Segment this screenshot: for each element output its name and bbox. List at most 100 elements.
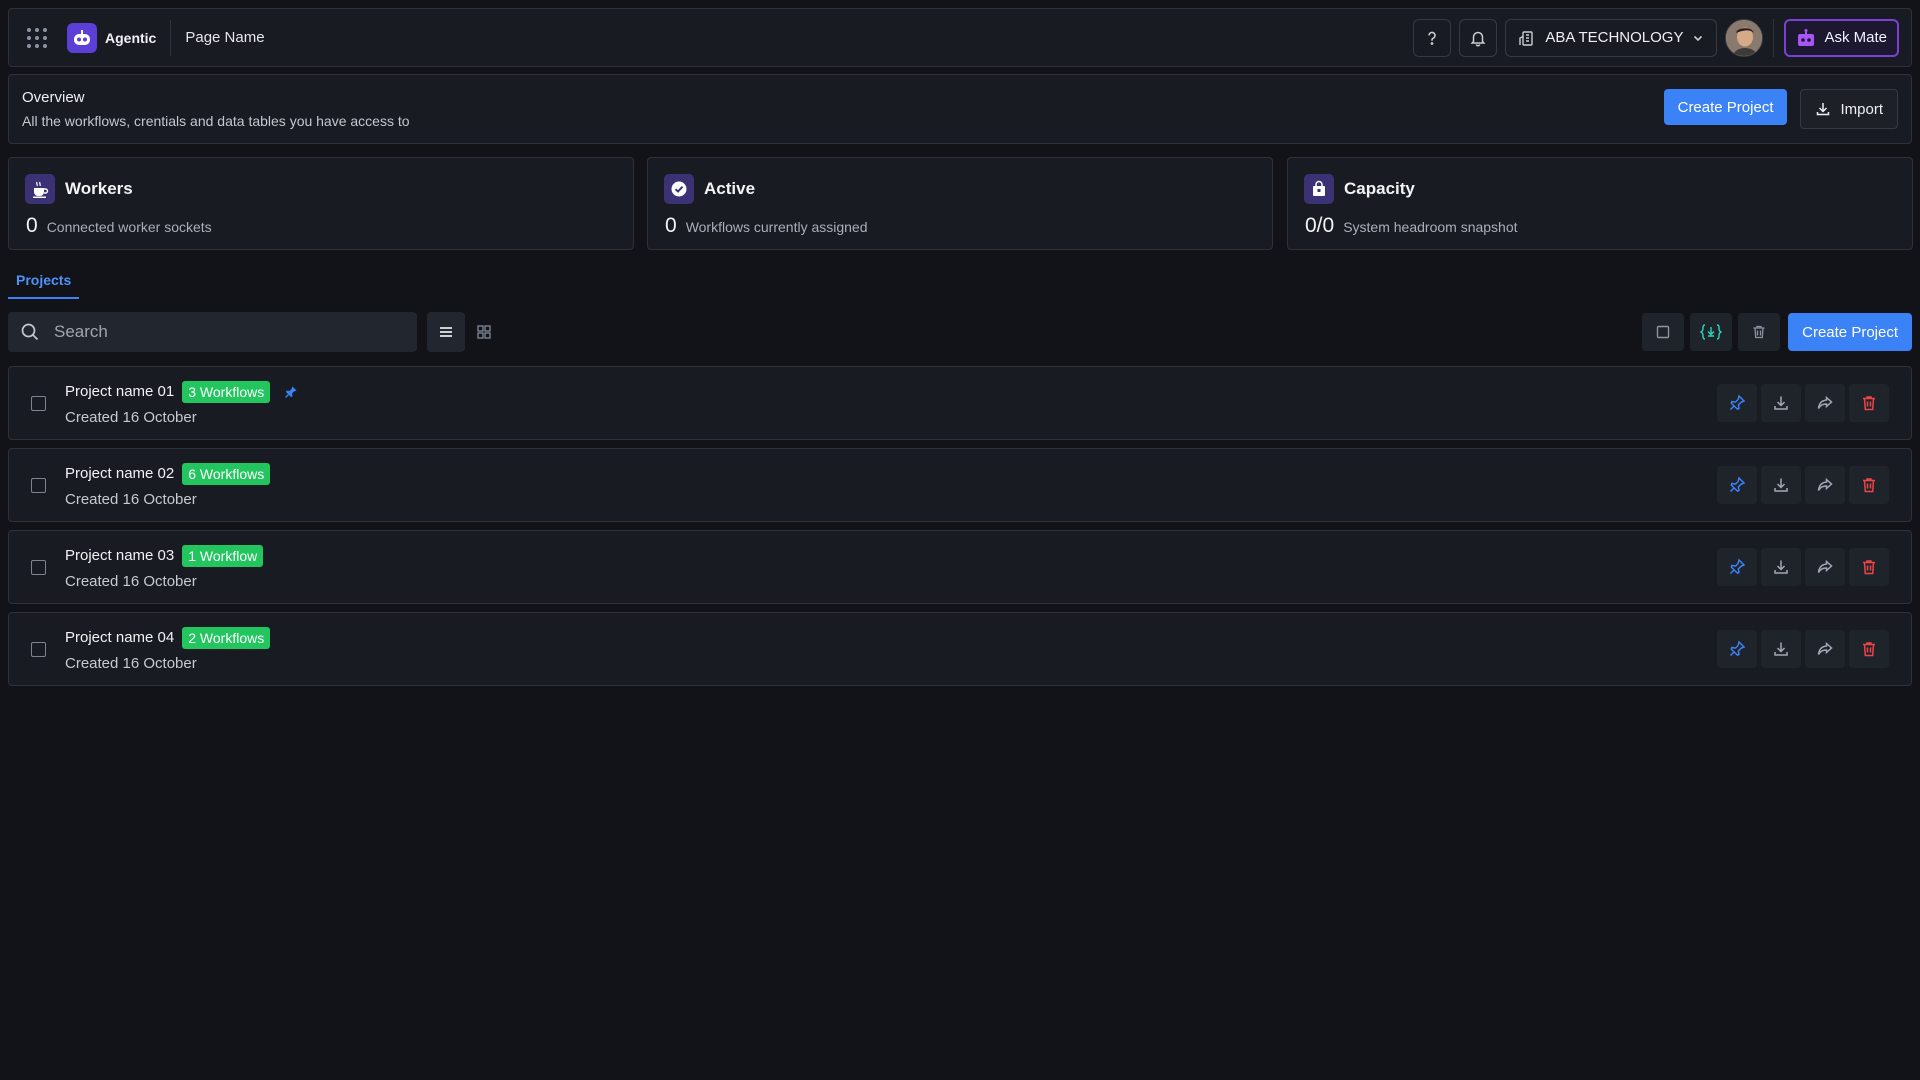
stat-value: 0 <box>665 214 677 237</box>
grid-view-button[interactable] <box>465 312 503 352</box>
download-icon <box>1774 560 1788 574</box>
agentic-logo-icon <box>67 22 97 53</box>
download-button[interactable] <box>1761 630 1801 668</box>
view-toggle <box>427 312 503 352</box>
help-button[interactable] <box>1413 18 1452 57</box>
ask-mate-button[interactable]: Ask Mate <box>1784 18 1899 57</box>
download-icon <box>1774 642 1788 656</box>
list-view-button[interactable] <box>427 312 465 352</box>
project-name[interactable]: Project name 02 <box>65 465 174 482</box>
share-icon <box>1817 395 1833 409</box>
project-row[interactable]: Project name 03 1 Workflow Created 16 Oc… <box>8 530 1912 604</box>
help-icon <box>1428 31 1437 45</box>
overview-subtitle: All the workflows, crentials and data ta… <box>22 113 410 129</box>
toolbar-create-project-button[interactable]: Create Project <box>1788 313 1912 351</box>
project-row[interactable]: Project name 04 2 Workflows Created 16 O… <box>8 612 1912 686</box>
workflow-count-badge: 1 Workflow <box>182 544 264 567</box>
download-button[interactable] <box>1761 548 1801 586</box>
stat-description: System headroom snapshot <box>1343 219 1518 235</box>
capacity-icon <box>1304 174 1334 204</box>
download-icon <box>1817 103 1830 116</box>
pin-button[interactable] <box>1717 466 1757 504</box>
download-icon <box>1774 396 1788 410</box>
building-icon <box>1519 30 1534 46</box>
json-download-icon <box>1700 324 1723 340</box>
export-json-button[interactable] <box>1690 313 1733 351</box>
workflow-count-badge: 3 Workflows <box>182 380 271 403</box>
pin-button[interactable] <box>1717 384 1757 422</box>
delete-button[interactable] <box>1849 548 1889 586</box>
search-box <box>8 312 417 352</box>
avatar[interactable] <box>1725 18 1764 57</box>
checkbox-icon <box>1656 325 1670 339</box>
list-icon <box>440 327 452 337</box>
delete-button[interactable] <box>1849 384 1889 422</box>
share-button[interactable] <box>1805 548 1845 586</box>
import-button[interactable]: Import <box>1800 89 1898 129</box>
stat-description: Connected worker sockets <box>46 219 212 235</box>
pin-icon <box>1729 640 1746 657</box>
worker-icon <box>25 174 55 204</box>
pin-button[interactable] <box>1717 548 1757 586</box>
created-date: Created 16 October <box>65 572 197 590</box>
share-icon <box>1817 641 1833 655</box>
row-checkbox[interactable] <box>31 395 46 411</box>
stat-title: Capacity <box>1344 179 1415 198</box>
bell-icon <box>1470 31 1486 46</box>
delete-button[interactable] <box>1849 466 1889 504</box>
stat-card-capacity: Capacity 0/0 System headroom snapshot <box>1287 157 1913 250</box>
share-icon <box>1817 477 1833 491</box>
created-date: Created 16 October <box>65 654 197 672</box>
org-name: ABA TECHNOLOGY <box>1545 29 1684 46</box>
project-row[interactable]: Project name 01 3 Workflows Created 16 O… <box>8 366 1912 440</box>
row-checkbox[interactable] <box>31 559 46 575</box>
overview-title: Overview <box>22 89 85 106</box>
stat-description: Workflows currently assigned <box>685 219 868 235</box>
trash-icon <box>1863 560 1875 575</box>
pin-icon <box>1729 394 1746 411</box>
app-grid-icon[interactable] <box>27 27 47 48</box>
share-button[interactable] <box>1805 630 1845 668</box>
create-project-button[interactable]: Create Project <box>1663 89 1788 125</box>
download-button[interactable] <box>1761 466 1801 504</box>
divider <box>170 19 172 56</box>
divider <box>1773 18 1775 57</box>
delete-button[interactable] <box>1849 630 1889 668</box>
tab-bar: Projects <box>8 268 80 299</box>
project-name[interactable]: Project name 01 <box>65 383 174 400</box>
robot-icon <box>1798 28 1815 46</box>
share-button[interactable] <box>1805 466 1845 504</box>
workflow-count-badge: 2 Workflows <box>182 626 271 649</box>
stat-title: Active <box>704 179 756 198</box>
notifications-button[interactable] <box>1459 18 1498 57</box>
download-button[interactable] <box>1761 384 1801 422</box>
top-bar: Agentic Page Name ABA TECHNOLOGY Ask Mat… <box>8 8 1912 67</box>
stat-title: Workers <box>65 179 133 198</box>
share-icon <box>1817 559 1833 573</box>
project-name[interactable]: Project name 04 <box>65 629 174 646</box>
page-title: Page Name <box>185 29 265 46</box>
share-button[interactable] <box>1805 384 1845 422</box>
overview-panel: Overview All the workflows, crentials an… <box>8 74 1912 144</box>
select-all-button[interactable] <box>1642 313 1685 351</box>
bulk-delete-button[interactable] <box>1738 313 1781 351</box>
ask-mate-label: Ask Mate <box>1824 29 1887 46</box>
pin-button[interactable] <box>1717 630 1757 668</box>
org-selector[interactable]: ABA TECHNOLOGY <box>1505 18 1718 57</box>
search-icon <box>21 323 39 341</box>
chevron-down-icon <box>1694 35 1703 41</box>
search-input[interactable] <box>54 322 384 342</box>
import-label: Import <box>1840 100 1883 118</box>
stat-card-active: Active 0 Workflows currently assigned <box>647 157 1273 250</box>
project-row[interactable]: Project name 02 6 Workflows Created 16 O… <box>8 448 1912 522</box>
trash-icon <box>1863 396 1875 411</box>
workflow-count-badge: 6 Workflows <box>182 462 271 485</box>
row-checkbox[interactable] <box>31 477 46 493</box>
download-icon <box>1774 478 1788 492</box>
grid-icon <box>477 325 491 339</box>
stat-value: 0/0 <box>1305 214 1335 237</box>
row-checkbox[interactable] <box>31 641 46 657</box>
tab-projects[interactable]: Projects <box>8 268 80 299</box>
trash-icon <box>1863 642 1875 657</box>
project-name[interactable]: Project name 03 <box>65 547 174 564</box>
